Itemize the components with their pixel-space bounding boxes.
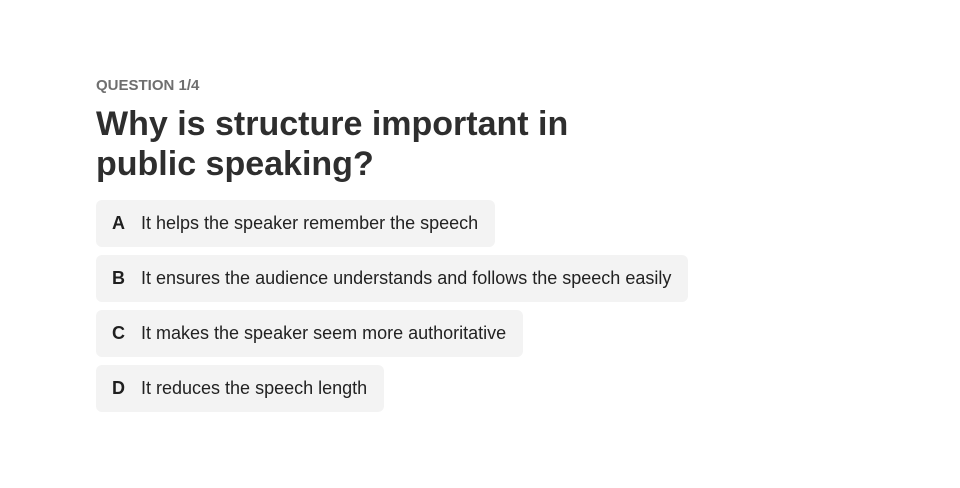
question-title: Why is structure important in public spe… [96, 105, 569, 183]
question-counter: QUESTION 1/4 [96, 77, 200, 94]
answer-options: A It helps the speaker remember the spee… [96, 200, 736, 412]
option-letter: C [112, 323, 125, 343]
answer-option-a[interactable]: A It helps the speaker remember the spee… [96, 200, 496, 247]
option-text: It makes the speaker seem more authorita… [141, 323, 507, 343]
quiz-card: QUESTION 1/4 Why is structure important … [96, 76, 736, 420]
option-letter: A [112, 213, 125, 233]
option-text: It helps the speaker remember the speech [141, 213, 479, 233]
option-letter: B [112, 268, 125, 288]
option-text: It ensures the audience understands and … [141, 268, 672, 288]
answer-option-d[interactable]: D It reduces the speech length [96, 365, 385, 412]
answer-option-c[interactable]: C It makes the speaker seem more authori… [96, 310, 524, 357]
option-letter: D [112, 378, 125, 398]
option-text: It reduces the speech length [141, 378, 368, 398]
answer-option-b[interactable]: B It ensures the audience understands an… [96, 255, 689, 302]
